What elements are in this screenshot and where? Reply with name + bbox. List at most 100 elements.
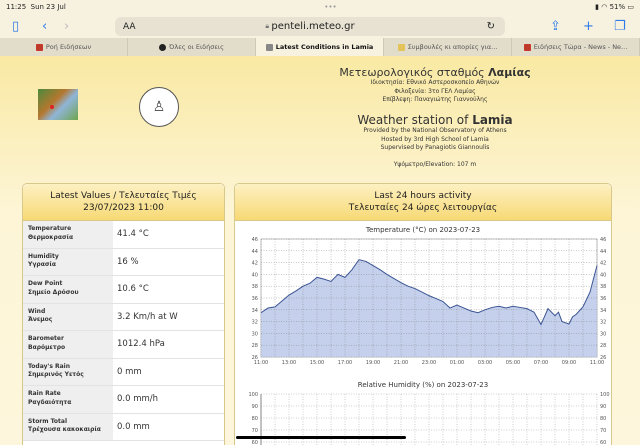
row-label: Dew Point Σημείο Δρόσου xyxy=(23,276,113,303)
row-value: 3.2 Km/h at W xyxy=(117,311,178,322)
text-size-button[interactable]: AA xyxy=(123,22,136,32)
row-value: 10.6 °C xyxy=(117,284,149,294)
tabs-overview-icon[interactable]: ❐ xyxy=(614,19,626,34)
date: Sun 23 Jul xyxy=(30,3,66,11)
row-label: Wind Άνεμος xyxy=(23,303,113,330)
favicon-icon xyxy=(159,43,167,51)
x-tick-label: 11:00 xyxy=(254,360,268,364)
x-tick-label: 13:00 xyxy=(282,360,296,364)
x-tick-label: 09:00 xyxy=(562,360,576,364)
y-tick-label-right: 42 xyxy=(600,261,606,267)
y-tick-label-right: 40 xyxy=(600,272,606,278)
x-tick-label: 15:00 xyxy=(310,360,324,364)
battery-status: ▮ ◠ 51% ▭ xyxy=(595,3,634,11)
panel-title: Last 24 hours activity xyxy=(374,191,472,201)
x-tick-label: 07:00 xyxy=(534,360,548,364)
table-row: Rain Rate Ραγδαιότητα 0.0 mm/h xyxy=(23,386,224,414)
reload-icon[interactable]: ↻ xyxy=(487,21,495,32)
station-header-english: Weather station of Lamia Provided by the… xyxy=(357,113,513,168)
y-tick-label-right: 100 xyxy=(600,392,610,398)
row-value: 1012.4 hPa xyxy=(117,339,165,349)
favicon-icon xyxy=(397,43,405,51)
panel-title: Latest Values / Τελευταίες Τιμές xyxy=(50,191,197,201)
y-tick-label-right: 36 xyxy=(600,296,606,302)
sidebar-icon[interactable]: ▯ xyxy=(12,19,19,34)
y-tick-label-left: 90 xyxy=(252,404,258,410)
tab-news-feed[interactable]: Ροή Ειδήσεων xyxy=(0,38,128,56)
browser-toolbar: ▯ ‹ › AA 🔒︎ penteli.meteo.gr ↻ ⇪ + ❐ xyxy=(0,14,640,38)
close-tab-icon[interactable] xyxy=(265,43,273,51)
tab-all-news[interactable]: Όλες οι Ειδήσεις xyxy=(128,38,256,56)
tab-latest-conditions[interactable]: Latest Conditions in Lamia xyxy=(256,38,384,56)
row-label: Rain Rate Ραγδαιότητα xyxy=(23,386,113,413)
y-tick-label-right: 30 xyxy=(600,331,606,337)
y-tick-label-right: 80 xyxy=(600,416,606,422)
y-tick-label-left: 44 xyxy=(252,249,258,255)
row-label: Temperature Θερμοκρασία xyxy=(23,221,113,248)
row-value: 0 mm xyxy=(117,366,142,377)
share-icon[interactable]: ⇪ xyxy=(550,19,561,34)
row-value: 0.0 mm xyxy=(117,421,150,432)
x-tick-label: 03:00 xyxy=(478,360,492,364)
row-label: Humidity Υγρασία xyxy=(23,248,113,275)
forward-icon[interactable]: › xyxy=(64,19,69,34)
y-tick-label-left: 42 xyxy=(252,261,258,267)
new-tab-icon[interactable]: + xyxy=(583,19,594,34)
home-indicator[interactable] xyxy=(236,436,406,439)
x-tick-label: 05:00 xyxy=(506,360,520,364)
table-row: Barometer Βαρόμετρο 1012.4 hPa xyxy=(23,331,224,359)
y-tick-label-left: 36 xyxy=(252,296,258,302)
table-row: Wind Άνεμος 3.2 Km/h at W xyxy=(23,303,224,331)
y-tick-label-left: 30 xyxy=(252,331,258,337)
x-tick-label: 19:00 xyxy=(366,360,380,364)
station-header-greek: Μετεωρολογικός σταθμός Λαμίας Ιδιοκτησία… xyxy=(339,66,531,103)
y-tick-label-right: 60 xyxy=(600,440,606,445)
tab-bar: Ροή Ειδήσεων Όλες οι Ειδήσεις Latest Con… xyxy=(0,38,640,56)
y-tick-label-right: 44 xyxy=(600,249,606,255)
y-tick-label-right: 28 xyxy=(600,343,606,349)
y-tick-label-right: 90 xyxy=(600,404,606,410)
temperature-chart-title: Temperature (°C) on 2023-07-23 xyxy=(365,226,481,234)
y-tick-label-right: 70 xyxy=(600,428,606,434)
y-tick-label-right: 32 xyxy=(600,320,606,326)
y-tick-label-left: 34 xyxy=(252,308,258,314)
latest-values-panel: Latest Values / Τελευταίες Τιμές 23/07/20… xyxy=(22,183,225,445)
humidity-chart-title: Relative Humidity (%) on 2023-07-23 xyxy=(357,381,489,389)
table-row: Temperature Θερμοκρασία 41.4 °C xyxy=(23,221,224,249)
table-row: Storm Total Τρέχουσα κακοκαιρία 0.0 mm xyxy=(23,413,224,441)
row-value: 16 % xyxy=(117,256,139,267)
y-tick-label-left: 100 xyxy=(248,392,258,398)
y-tick-label-right: 34 xyxy=(600,308,606,314)
table-row: Dew Point Σημείο Δρόσου 10.6 °C xyxy=(23,276,224,304)
y-tick-label-left: 80 xyxy=(252,416,258,422)
observatory-seal-logo: ♙ xyxy=(139,87,179,127)
y-tick-label-right: 38 xyxy=(600,284,606,290)
latest-datetime: 23/07/2023 11:00 xyxy=(83,203,164,213)
temperature-chart: 26 2628 2830 3032 3234 3436 3638 3840 4042 4244 44… xyxy=(252,237,607,364)
back-icon[interactable]: ‹ xyxy=(42,19,47,34)
row-value: 41.4 °C xyxy=(117,229,149,239)
address-bar[interactable]: AA 🔒︎ penteli.meteo.gr ↻ xyxy=(115,17,505,36)
row-value: 0.0 mm/h xyxy=(117,394,159,404)
row-label: Today's Rain Σημερινός Υετός xyxy=(23,358,113,385)
y-tick-label-left: 32 xyxy=(252,320,258,326)
tab-advice[interactable]: Συμβουλές κι απορίες για... xyxy=(384,38,512,56)
row-label: Barometer Βαρόμετρο xyxy=(23,331,113,358)
y-tick-label-left: 38 xyxy=(252,284,258,290)
y-tick-label-left: 46 xyxy=(252,237,258,243)
region-map-image xyxy=(38,89,78,120)
x-tick-label: 21:00 xyxy=(394,360,408,364)
x-tick-label: 01:00 xyxy=(450,360,464,364)
x-tick-label: 17:00 xyxy=(338,360,352,364)
row-label: Storm Total Τρέχουσα κακοκαιρία xyxy=(23,413,113,440)
tab-news-now[interactable]: Ειδήσεις Τώρα - News - Ne... xyxy=(512,38,640,56)
y-tick-label-left: 70 xyxy=(252,428,258,434)
y-tick-label-left: 28 xyxy=(252,343,258,349)
y-tick-label-left: 40 xyxy=(252,272,258,278)
panel-title-greek: Τελευταίες 24 ώρες λειτουργίας xyxy=(348,203,498,213)
clock: 11:25 xyxy=(6,3,27,11)
favicon-icon xyxy=(35,43,43,51)
table-row: Today's Rain Σημερινός Υετός 0 mm xyxy=(23,358,224,386)
table-row: Humidity Υγρασία 16 % xyxy=(23,248,224,276)
multitask-dots[interactable]: ••• xyxy=(324,3,336,11)
